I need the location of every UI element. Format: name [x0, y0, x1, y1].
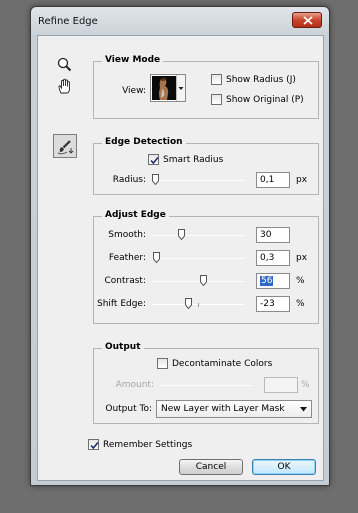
- decontaminate-checkbox[interactable]: [157, 358, 168, 369]
- output-to-label: Output To:: [105, 404, 152, 414]
- hand-icon: [58, 78, 70, 94]
- output-to-selected: New Layer with Layer Mask: [161, 404, 285, 414]
- smart-radius-label: Smart Radius: [163, 155, 224, 165]
- title-bar: Refine Edge: [31, 7, 329, 35]
- radius-label: Radius:: [112, 175, 146, 185]
- show-original-checkbox[interactable]: [211, 94, 222, 105]
- close-button[interactable]: [292, 12, 322, 28]
- edge-detection-panel: Edge Detection Smart Radius Radius: 0,1 …: [93, 137, 319, 195]
- remember-settings-label: Remember Settings: [103, 440, 193, 450]
- feather-label: Feather:: [108, 253, 146, 263]
- view-mode-panel: View Mode View: Show Radius (J) Show Ori…: [93, 55, 319, 119]
- view-label: View:: [122, 86, 146, 96]
- smart-radius-checkbox[interactable]: [148, 154, 159, 165]
- hand-tool[interactable]: [55, 77, 75, 97]
- amount-label: Amount:: [115, 380, 154, 390]
- cancel-button[interactable]: Cancel: [179, 459, 243, 475]
- close-icon: [303, 16, 313, 25]
- smooth-slider-track: [152, 235, 244, 236]
- chevron-down-icon: [300, 407, 307, 412]
- contrast-input[interactable]: 56: [256, 273, 290, 289]
- smooth-input[interactable]: 30: [256, 227, 290, 243]
- shift-edge-label: Shift Edge:: [97, 299, 146, 309]
- chevron-down-icon: [178, 87, 184, 90]
- feather-slider-track: [152, 258, 244, 259]
- radius-unit: px: [296, 175, 308, 185]
- zoom-icon: [57, 57, 72, 72]
- radius-slider-thumb[interactable]: [152, 174, 159, 185]
- adjust-edge-title: Adjust Edge: [102, 210, 169, 220]
- shift-edge-center-tick: [198, 303, 199, 307]
- radius-input[interactable]: 0,1: [256, 172, 290, 188]
- shift-edge-unit: %: [296, 299, 305, 309]
- feather-unit: px: [296, 253, 308, 263]
- output-panel: Output Decontaminate Colors Amount: % Ou…: [93, 342, 319, 424]
- checkmark-icon: [90, 441, 99, 450]
- refine-radius-tool[interactable]: [53, 134, 77, 158]
- contrast-value: 56: [260, 276, 274, 286]
- feather-slider-thumb[interactable]: [152, 252, 160, 263]
- output-title: Output: [102, 342, 144, 352]
- adjust-edge-panel: Adjust Edge Smooth: 30 Feather: 0,3 px C…: [93, 210, 319, 324]
- shift-edge-slider-thumb[interactable]: [184, 298, 192, 309]
- shift-edge-input[interactable]: -23: [256, 296, 290, 312]
- feather-input[interactable]: 0,3: [256, 250, 290, 266]
- view-mode-title: View Mode: [102, 55, 164, 65]
- zoom-tool[interactable]: [55, 55, 75, 75]
- show-radius-checkbox[interactable]: [211, 74, 222, 85]
- view-mode-picker[interactable]: [150, 74, 186, 102]
- smooth-label: Smooth:: [108, 230, 146, 240]
- checkmark-icon: [150, 156, 159, 165]
- refine-radius-brush-icon: [57, 140, 74, 155]
- contrast-unit: %: [296, 276, 305, 286]
- amount-unit: %: [301, 380, 310, 390]
- show-radius-label: Show Radius (J): [226, 75, 296, 85]
- output-to-select[interactable]: New Layer with Layer Mask: [156, 400, 312, 418]
- smooth-slider-thumb[interactable]: [177, 229, 185, 240]
- remember-settings-checkbox[interactable]: [88, 439, 99, 450]
- amount-input[interactable]: [264, 377, 298, 393]
- edge-detection-title: Edge Detection: [102, 137, 186, 147]
- refine-edge-dialog: Refine Edge View Mode View: Show Radius …: [30, 6, 330, 486]
- ok-button[interactable]: OK: [252, 459, 316, 475]
- view-mode-dropdown-arrow[interactable]: [176, 75, 185, 101]
- amount-slider-track: [160, 385, 252, 386]
- show-original-label: Show Original (P): [226, 95, 304, 105]
- radius-slider-track: [152, 180, 244, 181]
- contrast-slider-thumb[interactable]: [199, 275, 207, 286]
- contrast-label: Contrast:: [104, 276, 147, 286]
- decontaminate-label: Decontaminate Colors: [172, 359, 273, 369]
- dialog-title: Refine Edge: [38, 16, 98, 27]
- dialog-body: View Mode View: Show Radius (J) Show Ori…: [37, 35, 324, 481]
- contrast-slider-track: [152, 281, 244, 282]
- view-preview-thumbnail: [152, 76, 176, 100]
